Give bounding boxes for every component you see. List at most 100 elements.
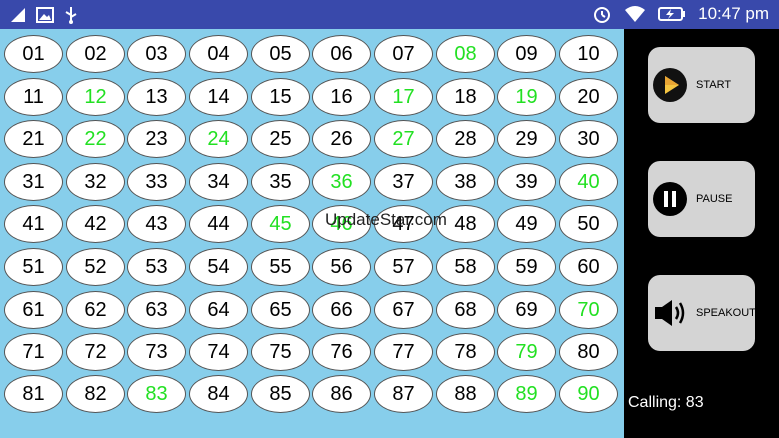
number-cell: 32 bbox=[66, 163, 125, 201]
signal-icon bbox=[11, 8, 25, 22]
number-cell: 79 bbox=[497, 333, 556, 371]
number-cell: 62 bbox=[66, 291, 125, 329]
speakout-button[interactable]: SPEAKOUT bbox=[648, 275, 756, 351]
number-cell: 90 bbox=[559, 375, 618, 413]
number-cell: 34 bbox=[189, 163, 248, 201]
number-cell: 41 bbox=[4, 205, 63, 243]
number-cell: 57 bbox=[374, 248, 433, 286]
number-cell: 84 bbox=[189, 375, 248, 413]
pause-icon bbox=[653, 182, 687, 216]
number-board: 01 02 03 04 05 06 07 08 09 10 11 12 13 14 15 16 17 18 19 20… bbox=[0, 29, 624, 438]
number-cell: 55 bbox=[251, 248, 310, 286]
number-cell: 35 bbox=[251, 163, 310, 201]
number-cell: 83 bbox=[127, 375, 186, 413]
number-cell: 07 bbox=[374, 35, 433, 73]
number-cell: 73 bbox=[127, 333, 186, 371]
number-cell: 23 bbox=[127, 120, 186, 158]
number-cell: 40 bbox=[559, 163, 618, 201]
number-cell: 52 bbox=[66, 248, 125, 286]
battery-charging-icon bbox=[658, 7, 686, 21]
alarm-icon bbox=[594, 7, 611, 23]
number-cell: 66 bbox=[312, 291, 371, 329]
number-cell: 54 bbox=[189, 248, 248, 286]
number-cell: 28 bbox=[436, 120, 495, 158]
number-cell: 05 bbox=[251, 35, 310, 73]
number-cell: 50 bbox=[559, 205, 618, 243]
number-cell: 30 bbox=[559, 120, 618, 158]
number-cell: 81 bbox=[4, 375, 63, 413]
number-cell: 38 bbox=[436, 163, 495, 201]
number-cell: 46 bbox=[312, 205, 371, 243]
speakout-label: SPEAKOUT bbox=[696, 307, 756, 319]
number-cell: 09 bbox=[497, 35, 556, 73]
calling-status: Calling: 83 bbox=[628, 394, 704, 411]
number-cell: 16 bbox=[312, 78, 371, 116]
number-cell: 14 bbox=[189, 78, 248, 116]
number-cell: 48 bbox=[436, 205, 495, 243]
start-label: START bbox=[696, 79, 732, 91]
number-cell: 77 bbox=[374, 333, 433, 371]
number-cell: 04 bbox=[189, 35, 248, 73]
number-cell: 80 bbox=[559, 333, 618, 371]
number-cell: 18 bbox=[436, 78, 495, 116]
number-cell: 27 bbox=[374, 120, 433, 158]
number-cell: 24 bbox=[189, 120, 248, 158]
speaker-icon bbox=[655, 300, 685, 326]
number-cell: 68 bbox=[436, 291, 495, 329]
number-cell: 15 bbox=[251, 78, 310, 116]
number-cell: 26 bbox=[312, 120, 371, 158]
pause-label: PAUSE bbox=[696, 193, 733, 205]
number-cell: 25 bbox=[251, 120, 310, 158]
number-cell: 39 bbox=[497, 163, 556, 201]
number-cell: 44 bbox=[189, 205, 248, 243]
number-cell: 53 bbox=[127, 248, 186, 286]
usb-icon bbox=[65, 7, 77, 24]
control-panel: START PAUSE SPEAKOUT bbox=[624, 29, 779, 438]
number-cell: 01 bbox=[4, 35, 63, 73]
number-cell: 70 bbox=[559, 291, 618, 329]
number-cell: 45 bbox=[251, 205, 310, 243]
number-cell: 65 bbox=[251, 291, 310, 329]
number-cell: 63 bbox=[127, 291, 186, 329]
image-icon bbox=[36, 7, 54, 23]
number-cell: 47 bbox=[374, 205, 433, 243]
number-cell: 13 bbox=[127, 78, 186, 116]
number-cell: 31 bbox=[4, 163, 63, 201]
number-cell: 22 bbox=[66, 120, 125, 158]
number-cell: 87 bbox=[374, 375, 433, 413]
number-cell: 60 bbox=[559, 248, 618, 286]
pause-button[interactable]: PAUSE bbox=[648, 161, 755, 237]
number-cell: 71 bbox=[4, 333, 63, 371]
number-cell: 12 bbox=[66, 78, 125, 116]
number-cell: 82 bbox=[66, 375, 125, 413]
status-bar: 10:47 pm bbox=[0, 0, 779, 29]
number-cell: 88 bbox=[436, 375, 495, 413]
number-cell: 64 bbox=[189, 291, 248, 329]
number-cell: 49 bbox=[497, 205, 556, 243]
number-cell: 72 bbox=[66, 333, 125, 371]
number-cell: 85 bbox=[251, 375, 310, 413]
number-cell: 20 bbox=[559, 78, 618, 116]
number-cell: 89 bbox=[497, 375, 556, 413]
number-cell: 33 bbox=[127, 163, 186, 201]
number-cell: 36 bbox=[312, 163, 371, 201]
number-cell: 67 bbox=[374, 291, 433, 329]
number-cell: 42 bbox=[66, 205, 125, 243]
number-cell: 21 bbox=[4, 120, 63, 158]
number-cell: 10 bbox=[559, 35, 618, 73]
clock: 10:47 pm bbox=[698, 4, 769, 23]
number-cell: 37 bbox=[374, 163, 433, 201]
number-cell: 02 bbox=[66, 35, 125, 73]
number-cell: 11 bbox=[4, 78, 63, 116]
number-cell: 17 bbox=[374, 78, 433, 116]
number-cell: 86 bbox=[312, 375, 371, 413]
number-cell: 74 bbox=[189, 333, 248, 371]
number-cell: 75 bbox=[251, 333, 310, 371]
number-cell: 59 bbox=[497, 248, 556, 286]
number-cell: 76 bbox=[312, 333, 371, 371]
wifi-icon bbox=[625, 6, 646, 22]
number-cell: 51 bbox=[4, 248, 63, 286]
number-cell: 03 bbox=[127, 35, 186, 73]
start-button[interactable]: START bbox=[648, 47, 755, 123]
number-cell: 19 bbox=[497, 78, 556, 116]
